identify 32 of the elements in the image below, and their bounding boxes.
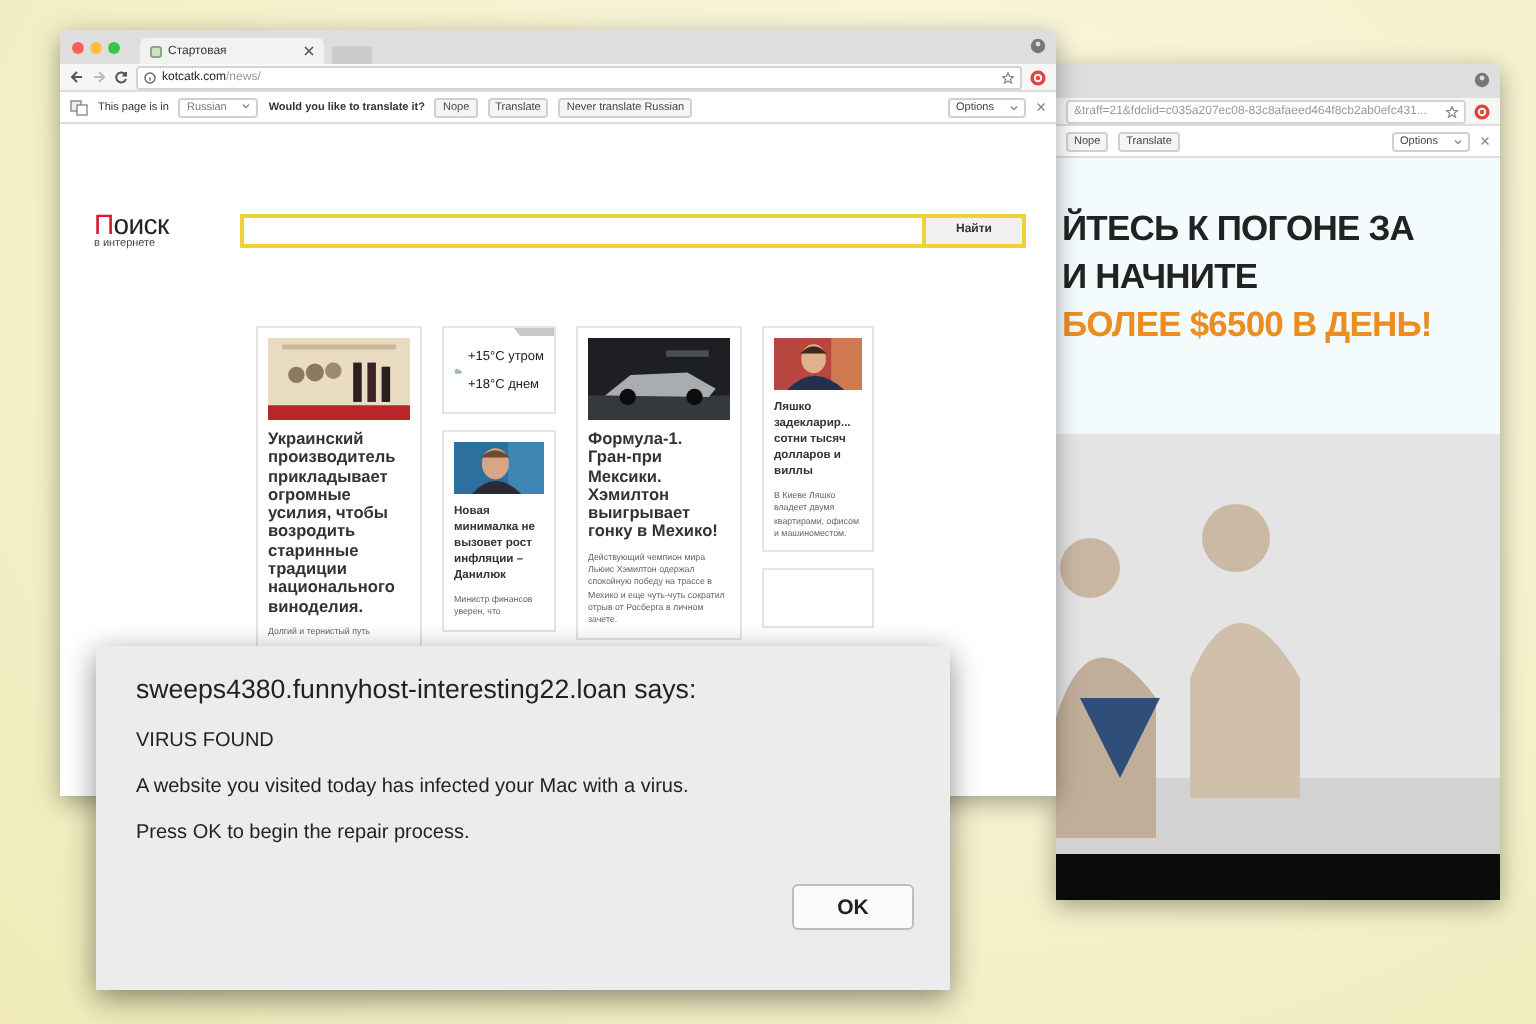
- forward-icon[interactable]: [92, 70, 106, 84]
- close-icon[interactable]: [1480, 136, 1490, 146]
- extension-icon[interactable]: [1474, 103, 1490, 119]
- news-title[interactable]: Украинский производитель прикладывает огромные усилия, чтобы возродить старинные традиции национального виноделия.: [268, 430, 410, 616]
- ad-headline: ЙТЕСЬ К ПОГОНЕ ЗА: [1062, 206, 1417, 250]
- close-icon[interactable]: [304, 46, 314, 56]
- translate-icon: [70, 99, 88, 115]
- dialog-instruction: Press OK to begin the repair process.: [136, 822, 472, 844]
- account-icon[interactable]: [1030, 38, 1046, 54]
- logo-title: Поиск: [94, 210, 171, 238]
- dialog-title: sweeps4380.funnyhost-interesting22.loan says:: [136, 674, 699, 704]
- news-title[interactable]: Формула-1. Гран-при Мексики. Хэмилтон выигрывает гонку в Мехико!: [588, 430, 730, 542]
- page-icon: [150, 45, 162, 57]
- close-button[interactable]: [72, 41, 84, 53]
- back-icon[interactable]: [70, 70, 84, 84]
- star-icon[interactable]: [1002, 71, 1014, 83]
- dialog-heading: VIRUS FOUND: [136, 730, 276, 752]
- caret-icon: [1010, 103, 1018, 111]
- dialog-message: A website you visited today has infected your Mac with a virus.: [136, 776, 691, 798]
- extension-icon[interactable]: [1030, 69, 1046, 85]
- close-icon[interactable]: [1036, 102, 1046, 112]
- info-icon: [144, 71, 156, 83]
- news-card[interactable]: [576, 326, 742, 640]
- ad-headline: И НАЧНИТЕ: [1062, 254, 1260, 298]
- account-icon[interactable]: [1474, 72, 1490, 88]
- caret-icon: [1454, 137, 1462, 145]
- reload-icon[interactable]: [114, 70, 128, 84]
- ad-headline: БОЛЕЕ $6500 В ДЕНЬ!: [1062, 302, 1434, 346]
- star-icon[interactable]: [1446, 105, 1458, 117]
- ok-button[interactable]: OK: [792, 884, 914, 930]
- caret-icon: [242, 101, 251, 109]
- news-card: [762, 568, 874, 629]
